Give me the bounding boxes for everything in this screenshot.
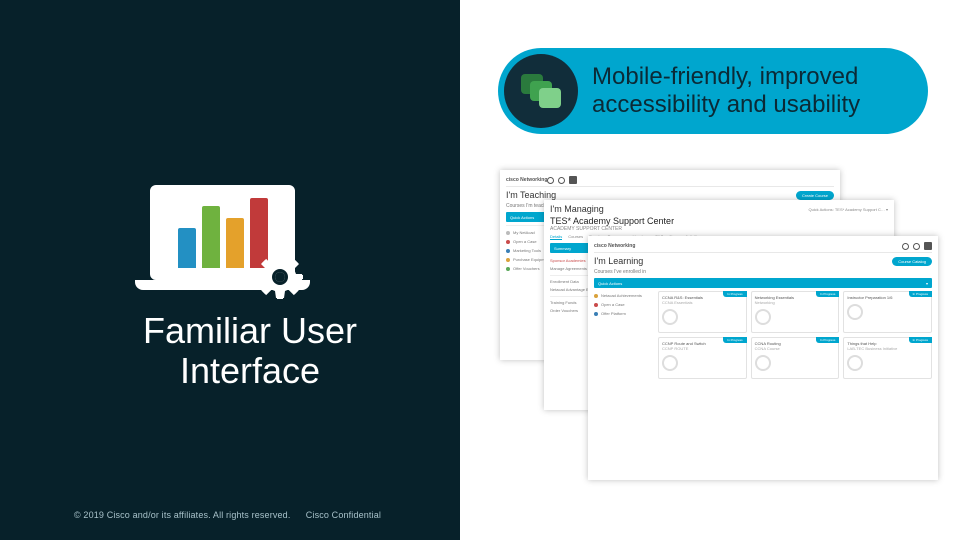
learning-sidebar: Netacad Achievements Open a Case Offer P… bbox=[594, 291, 652, 379]
tab[interactable]: Courses bbox=[568, 234, 583, 240]
quick-actions-label: Quick Actions bbox=[598, 281, 622, 286]
course-card[interactable]: In Progress CCNP Route and Switch CCNP R… bbox=[658, 337, 747, 379]
progress-donut-icon bbox=[847, 355, 863, 371]
headline: Familiar User Interface bbox=[100, 311, 400, 391]
screenshot-learning: cisco Networking I'm Learning Course Cat… bbox=[588, 236, 938, 480]
quick-actions-label: Quick Actions bbox=[510, 215, 534, 220]
course-card[interactable]: In Progress CCNA R&S: Essentials CCNA Es… bbox=[658, 291, 747, 333]
copyright-text: © 2019 Cisco and/or its affiliates. All … bbox=[74, 510, 290, 520]
course-cards-grid: In Progress CCNA R&S: Essentials CCNA Es… bbox=[658, 291, 932, 379]
avatar-icon bbox=[569, 176, 577, 184]
footer: © 2019 Cisco and/or its affiliates. All … bbox=[74, 510, 381, 520]
avatar-icon bbox=[924, 242, 932, 250]
feature-pill: Mobile-friendly, improved accessibility … bbox=[498, 48, 928, 134]
create-course-button[interactable]: Create Course bbox=[796, 191, 834, 200]
logo-text: cisco Networking bbox=[594, 243, 635, 249]
tab[interactable]: Details bbox=[550, 234, 562, 240]
course-card[interactable]: In Progress Instructor Preparation 1/6 bbox=[843, 291, 932, 333]
progress-donut-icon bbox=[662, 309, 678, 325]
learning-subtitle: Courses I've enrolled in bbox=[594, 269, 932, 275]
gear-icon bbox=[255, 252, 305, 302]
confidential-text: Cisco Confidential bbox=[306, 510, 381, 520]
status-badge: In Progress bbox=[723, 291, 746, 297]
course-card[interactable]: In Progress Things that Help LAB-TEC Bus… bbox=[843, 337, 932, 379]
gear-icon bbox=[913, 243, 920, 250]
progress-donut-icon bbox=[755, 355, 771, 371]
logo-text: cisco Networking bbox=[506, 177, 547, 183]
slide: Familiar User Interface Mobile-friendly,… bbox=[0, 0, 960, 540]
progress-donut-icon bbox=[847, 304, 863, 320]
course-card[interactable]: In Progress CCNA Routing CCNA Course bbox=[751, 337, 840, 379]
globe-icon bbox=[547, 177, 554, 184]
managing-dropdown[interactable]: Quick Actions: TES* Academy Support C… ▾ bbox=[808, 207, 888, 212]
support-center-sub: ACADEMY SUPPORT CENTER bbox=[550, 226, 888, 232]
pill-text: Mobile-friendly, improved accessibility … bbox=[592, 63, 912, 119]
list-item[interactable]: Netacad Achievements bbox=[594, 291, 652, 300]
progress-donut-icon bbox=[662, 355, 678, 371]
list-item[interactable]: Offer Platform bbox=[594, 309, 652, 318]
status-badge: In Progress bbox=[909, 291, 932, 297]
gear-icon bbox=[558, 177, 565, 184]
status-badge: In Progress bbox=[816, 337, 839, 343]
pill-circle-icon bbox=[504, 54, 578, 128]
learning-title: I'm Learning bbox=[594, 256, 643, 266]
learning-quickactions-bar: Quick Actions ▾ bbox=[594, 278, 932, 288]
status-badge: In Progress bbox=[816, 291, 839, 297]
globe-icon bbox=[902, 243, 909, 250]
managing-title: I'm Managing bbox=[550, 204, 604, 214]
course-card[interactable]: In Progress Networking Essentials Networ… bbox=[751, 291, 840, 333]
status-badge: In Progress bbox=[723, 337, 746, 343]
status-badge: In Progress bbox=[909, 337, 932, 343]
list-item[interactable]: Open a Case bbox=[594, 300, 652, 309]
support-center-title: TES* Academy Support Center bbox=[550, 216, 888, 226]
left-column: Familiar User Interface bbox=[0, 0, 460, 540]
progress-donut-icon bbox=[755, 309, 771, 325]
teaching-title: I'm Teaching bbox=[506, 190, 556, 200]
screenshot-stack: cisco Networking I'm Teaching Create Cou… bbox=[500, 170, 940, 490]
course-catalog-button[interactable]: Course Catalog bbox=[892, 257, 932, 266]
